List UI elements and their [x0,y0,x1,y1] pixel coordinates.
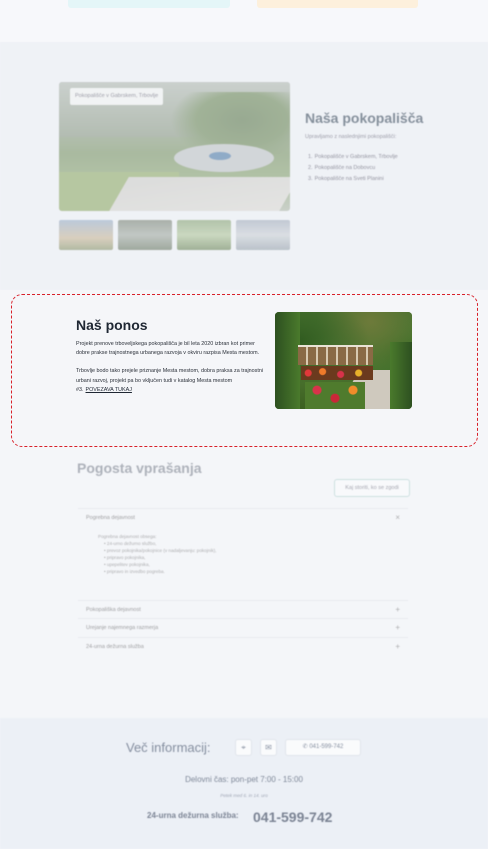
faq-item[interactable]: 24-urna dežurna služba + [78,637,408,655]
pledge-link[interactable]: POVEZAVA TUKAJ [86,387,132,393]
close-icon[interactable]: × [395,513,400,522]
faq-answer: Pogrebna dejavnost obsega: 24-urno dežur… [98,533,216,575]
faq-question: Urejanje najemnega razmerja [86,625,159,631]
faq-item[interactable]: Pokopališka dejavnost + [78,600,408,618]
faq-item[interactable]: Urejanje najemnega razmerja + [78,618,408,636]
cemetery-thumbnail[interactable] [118,220,172,250]
faq-section: Pogosta vprašanja Kaj storiti, ko se zgo… [0,450,488,718]
cemetery-thumbnail[interactable] [236,220,290,250]
location-icon[interactable]: ⌖ [235,739,252,756]
cemetery-thumbnail[interactable] [177,220,231,250]
what-to-do-button[interactable]: Kaj storiti, ko se zgodi [334,479,410,497]
phone-icon: ✆ [302,744,308,750]
cemetery-list-item[interactable]: 3. Pokopališče na Sveti Planini [308,174,398,185]
footer: Več informacij: ⌖ ✉ ✆ 041-599-742 Delovn… [0,718,488,849]
faq-question: Pogrebna dejavnost [86,515,135,521]
plus-icon[interactable]: + [395,623,400,632]
cemeteries-title: Naša pokopališča [305,110,424,126]
cemetery-main-photo: Pokopališče v Gabrskem, Trbovlje [59,82,290,211]
mail-icon[interactable]: ✉ [260,739,277,756]
faq-question: Pokopališka dejavnost [86,607,141,613]
faq-question: 24-urna dežurna služba [86,644,144,650]
cemetery-list-item[interactable]: 2. Pokopališče na Dobovcu [308,163,398,174]
faq-title: Pogosta vprašanja [77,460,202,476]
plus-icon[interactable]: + [395,605,400,614]
photo-caption-badge: Pokopališče v Gabrskem, Trbovlje [70,88,164,105]
pledge-photo [275,312,412,409]
pledge-paragraph: Projekt prenove trboveljskega pokopališč… [76,341,260,357]
cemetery-thumbnails [59,220,291,250]
pledge-title: Naš ponos [76,317,148,333]
plus-icon[interactable]: + [395,642,400,651]
phone-button[interactable]: ✆ 041-599-742 [285,739,361,756]
cemeteries-list: 1. Pokopališče v Gabrskem, Trbovlje 2. Pok… [308,152,398,185]
cemeteries-section: Pokopališče v Gabrskem, Trbovlje Naša po… [0,42,488,290]
emergency-label: 24-urna dežurna služba: [147,811,239,820]
faq-item-open[interactable]: Pogrebna dejavnost × Pogrebna dejavnost … [78,508,408,598]
info-card-orange[interactable] [257,0,418,8]
pledge-text: Projekt prenove trboveljskega pokopališč… [76,340,266,395]
top-strip [0,0,488,42]
info-card-teal[interactable] [68,0,230,8]
working-hours: Delovni čas: pon-pet 7:00 - 15:00 [185,775,303,784]
pledge-paragraph: Trbovlje bodo tako prejele priznanje Mes… [76,368,264,393]
cemeteries-subtitle: Upravljamo z naslednjimi pokopališči: [305,134,397,140]
emergency-number[interactable]: 041-599-742 [253,809,332,825]
working-hours-note: Petek med 6. in 14. uro [220,793,268,798]
more-info-label: Več informacij: [126,740,211,755]
cemetery-list-item[interactable]: 1. Pokopališče v Gabrskem, Trbovlje [308,152,398,163]
cemetery-thumbnail[interactable] [59,220,113,250]
